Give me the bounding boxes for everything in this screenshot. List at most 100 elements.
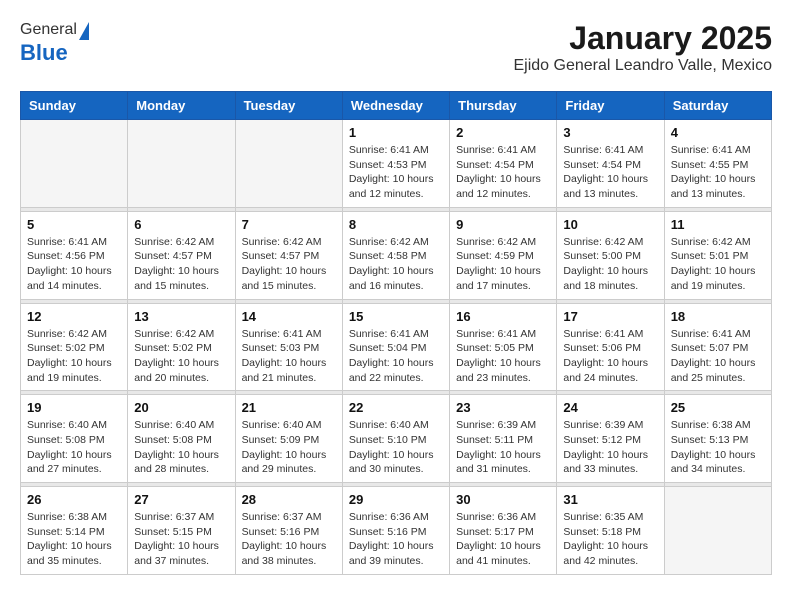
calendar-cell: 11 Sunrise: 6:42 AM Sunset: 5:01 PM Dayli…: [664, 211, 771, 299]
day-number: 19: [27, 400, 121, 415]
calendar-cell: [128, 120, 235, 208]
day-number: 18: [671, 309, 765, 324]
page-header: General Blue January 2025 Ejido General …: [20, 20, 772, 75]
calendar-cell: 19Sunrise: 6:40 AM Sunset: 5:08 PM Dayli…: [21, 395, 128, 483]
day-info: Sunrise: 6:42 AM Sunset: 4:59 PM Dayligh…: [456, 235, 550, 294]
calendar-cell: [664, 487, 771, 575]
day-number: 12: [27, 309, 121, 324]
calendar-cell: 27Sunrise: 6:37 AM Sunset: 5:15 PM Dayli…: [128, 487, 235, 575]
calendar-week-row: 26 Sunrise: 6:38 AM Sunset: 5:14 PM Dayli…: [21, 487, 772, 575]
calendar-cell: 16 Sunrise: 6:41 AM Sunset: 5:05 PM Dayli…: [450, 303, 557, 391]
calendar-cell: 24Sunrise: 6:39 AM Sunset: 5:12 PM Dayli…: [557, 395, 664, 483]
day-info: Sunrise: 6:35 AM Sunset: 5:18 PM Dayligh…: [563, 510, 657, 569]
day-info: Sunrise: 6:42 AM Sunset: 4:57 PM Dayligh…: [134, 235, 228, 294]
day-info: Sunrise: 6:40 AM Sunset: 5:10 PM Dayligh…: [349, 418, 443, 477]
day-info: Sunrise: 6:41 AM Sunset: 5:06 PM Dayligh…: [563, 327, 657, 386]
day-info: Sunrise: 6:39 AM Sunset: 5:11 PM Dayligh…: [456, 418, 550, 477]
calendar-table: Sunday Monday Tuesday Wednesday Thursday…: [20, 91, 772, 575]
day-info: Sunrise: 6:41 AM Sunset: 4:54 PM Dayligh…: [456, 143, 550, 202]
day-info: Sunrise: 6:37 AM Sunset: 5:15 PM Dayligh…: [134, 510, 228, 569]
calendar-cell: 1 Sunrise: 6:41 AM Sunset: 4:53 PM Daylig…: [342, 120, 449, 208]
day-info: Sunrise: 6:41 AM Sunset: 5:05 PM Dayligh…: [456, 327, 550, 386]
day-info: Sunrise: 6:42 AM Sunset: 5:02 PM Dayligh…: [134, 327, 228, 386]
calendar-cell: 26 Sunrise: 6:38 AM Sunset: 5:14 PM Dayli…: [21, 487, 128, 575]
day-info: Sunrise: 6:42 AM Sunset: 5:02 PM Dayligh…: [27, 327, 121, 386]
header-friday: Friday: [557, 92, 664, 120]
day-info: Sunrise: 6:36 AM Sunset: 5:17 PM Dayligh…: [456, 510, 550, 569]
calendar-cell: 8 Sunrise: 6:42 AM Sunset: 4:58 PM Daylig…: [342, 211, 449, 299]
calendar-title: January 2025: [513, 20, 772, 57]
day-info: Sunrise: 6:42 AM Sunset: 5:00 PM Dayligh…: [563, 235, 657, 294]
day-number: 21: [242, 400, 336, 415]
day-info: Sunrise: 6:40 AM Sunset: 5:09 PM Dayligh…: [242, 418, 336, 477]
header-monday: Monday: [128, 92, 235, 120]
day-number: 16: [456, 309, 550, 324]
day-number: 24: [563, 400, 657, 415]
day-number: 13: [134, 309, 228, 324]
day-number: 28: [242, 492, 336, 507]
calendar-week-row: 5Sunrise: 6:41 AM Sunset: 4:56 PM Daylig…: [21, 211, 772, 299]
day-info: Sunrise: 6:41 AM Sunset: 4:54 PM Dayligh…: [563, 143, 657, 202]
day-number: 17: [563, 309, 657, 324]
day-number: 6: [134, 217, 228, 232]
calendar-cell: 25 Sunrise: 6:38 AM Sunset: 5:13 PM Dayli…: [664, 395, 771, 483]
day-number: 10: [563, 217, 657, 232]
day-number: 1: [349, 125, 443, 140]
calendar-cell: [235, 120, 342, 208]
calendar-subtitle: Ejido General Leandro Valle, Mexico: [513, 57, 772, 75]
day-number: 9: [456, 217, 550, 232]
day-info: Sunrise: 6:38 AM Sunset: 5:13 PM Dayligh…: [671, 418, 765, 477]
day-number: 3: [563, 125, 657, 140]
calendar-cell: [21, 120, 128, 208]
logo-general-text: General: [20, 21, 77, 39]
calendar-cell: 13 Sunrise: 6:42 AM Sunset: 5:02 PM Dayli…: [128, 303, 235, 391]
calendar-cell: 17 Sunrise: 6:41 AM Sunset: 5:06 PM Dayli…: [557, 303, 664, 391]
day-number: 25: [671, 400, 765, 415]
calendar-cell: 5Sunrise: 6:41 AM Sunset: 4:56 PM Daylig…: [21, 211, 128, 299]
day-number: 20: [134, 400, 228, 415]
logo-triangle-icon: [79, 22, 89, 40]
calendar-cell: 30Sunrise: 6:36 AM Sunset: 5:17 PM Dayli…: [450, 487, 557, 575]
calendar-cell: 6 Sunrise: 6:42 AM Sunset: 4:57 PM Daylig…: [128, 211, 235, 299]
day-info: Sunrise: 6:37 AM Sunset: 5:16 PM Dayligh…: [242, 510, 336, 569]
day-number: 15: [349, 309, 443, 324]
header-sunday: Sunday: [21, 92, 128, 120]
day-number: 31: [563, 492, 657, 507]
day-number: 7: [242, 217, 336, 232]
calendar-cell: 2 Sunrise: 6:41 AM Sunset: 4:54 PM Daylig…: [450, 120, 557, 208]
calendar-cell: 31 Sunrise: 6:35 AM Sunset: 5:18 PM Dayli…: [557, 487, 664, 575]
day-info: Sunrise: 6:41 AM Sunset: 5:07 PM Dayligh…: [671, 327, 765, 386]
logo: General Blue: [20, 20, 89, 66]
logo-blue-text: Blue: [20, 40, 68, 66]
day-info: Sunrise: 6:42 AM Sunset: 5:01 PM Dayligh…: [671, 235, 765, 294]
day-number: 14: [242, 309, 336, 324]
header-tuesday: Tuesday: [235, 92, 342, 120]
day-info: Sunrise: 6:41 AM Sunset: 5:04 PM Dayligh…: [349, 327, 443, 386]
header-thursday: Thursday: [450, 92, 557, 120]
title-block: January 2025 Ejido General Leandro Valle…: [513, 20, 772, 75]
day-number: 4: [671, 125, 765, 140]
day-info: Sunrise: 6:42 AM Sunset: 4:58 PM Dayligh…: [349, 235, 443, 294]
calendar-cell: 3 Sunrise: 6:41 AM Sunset: 4:54 PM Daylig…: [557, 120, 664, 208]
day-info: Sunrise: 6:38 AM Sunset: 5:14 PM Dayligh…: [27, 510, 121, 569]
day-number: 8: [349, 217, 443, 232]
day-number: 23: [456, 400, 550, 415]
day-number: 29: [349, 492, 443, 507]
day-info: Sunrise: 6:41 AM Sunset: 4:53 PM Dayligh…: [349, 143, 443, 202]
day-info: Sunrise: 6:40 AM Sunset: 5:08 PM Dayligh…: [134, 418, 228, 477]
weekday-header-row: Sunday Monday Tuesday Wednesday Thursday…: [21, 92, 772, 120]
day-number: 22: [349, 400, 443, 415]
calendar-cell: 28 Sunrise: 6:37 AM Sunset: 5:16 PM Dayli…: [235, 487, 342, 575]
day-number: 11: [671, 217, 765, 232]
day-info: Sunrise: 6:41 AM Sunset: 5:03 PM Dayligh…: [242, 327, 336, 386]
day-number: 2: [456, 125, 550, 140]
day-number: 26: [27, 492, 121, 507]
header-wednesday: Wednesday: [342, 92, 449, 120]
day-info: Sunrise: 6:42 AM Sunset: 4:57 PM Dayligh…: [242, 235, 336, 294]
header-saturday: Saturday: [664, 92, 771, 120]
calendar-week-row: 12 Sunrise: 6:42 AM Sunset: 5:02 PM Dayli…: [21, 303, 772, 391]
calendar-cell: 12 Sunrise: 6:42 AM Sunset: 5:02 PM Dayli…: [21, 303, 128, 391]
calendar-cell: 23 Sunrise: 6:39 AM Sunset: 5:11 PM Dayli…: [450, 395, 557, 483]
calendar-cell: 20 Sunrise: 6:40 AM Sunset: 5:08 PM Dayli…: [128, 395, 235, 483]
calendar-cell: 21 Sunrise: 6:40 AM Sunset: 5:09 PM Dayli…: [235, 395, 342, 483]
